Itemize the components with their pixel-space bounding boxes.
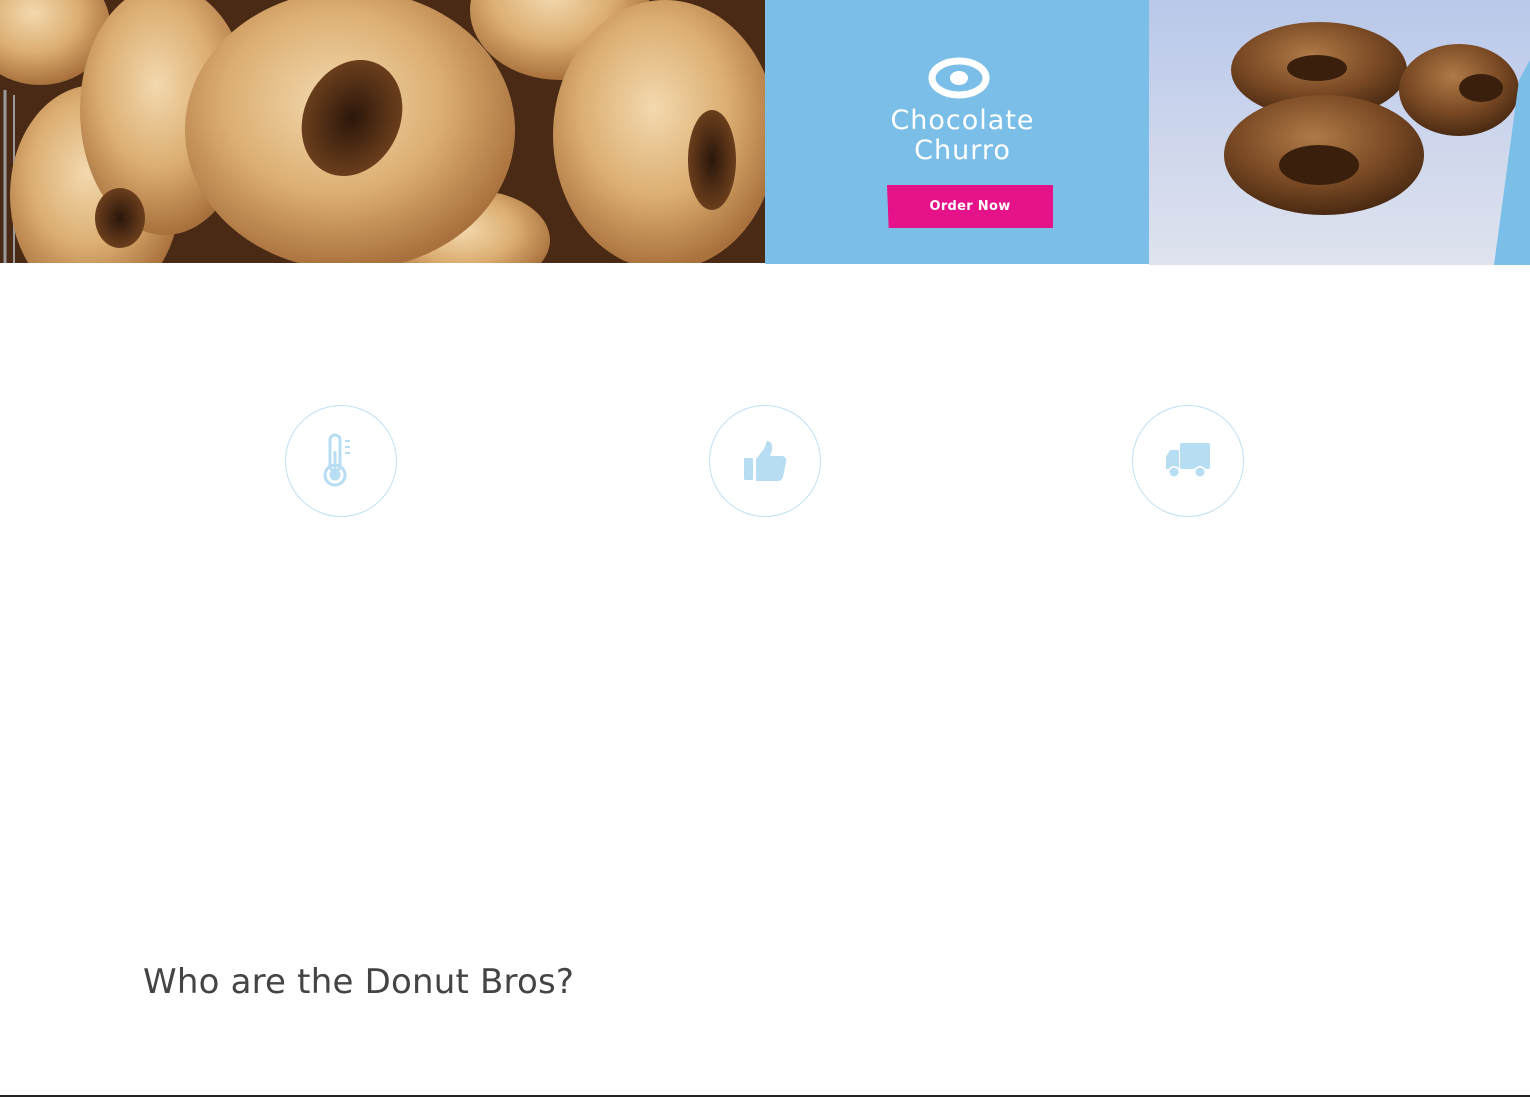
promo-title: Chocolate Churro xyxy=(765,106,1160,166)
hero-banner: Chocolate Churro Order Now xyxy=(0,0,1530,265)
promo-title-line1: Chocolate xyxy=(890,105,1035,136)
promo-panel: Chocolate Churro Order Now xyxy=(765,0,1150,264)
thermometer-icon xyxy=(323,433,350,487)
donut-ring-icon xyxy=(928,57,990,99)
about-heading: Who are the Donut Bros? xyxy=(143,962,575,1002)
feature-thumbs-up xyxy=(709,405,821,517)
order-now-button[interactable]: Order Now xyxy=(887,185,1053,228)
feature-delivery xyxy=(1132,405,1244,517)
promo-title-line2: Churro xyxy=(914,135,1011,166)
glazed-donuts-photo xyxy=(0,0,766,263)
thumbs-up-icon xyxy=(744,441,787,481)
chocolate-churro-donuts-photo xyxy=(1149,0,1530,265)
page: Chocolate Churro Order Now Who are the D… xyxy=(0,0,1530,1097)
delivery-truck-icon xyxy=(1166,443,1210,478)
feature-thermometer xyxy=(285,405,397,517)
